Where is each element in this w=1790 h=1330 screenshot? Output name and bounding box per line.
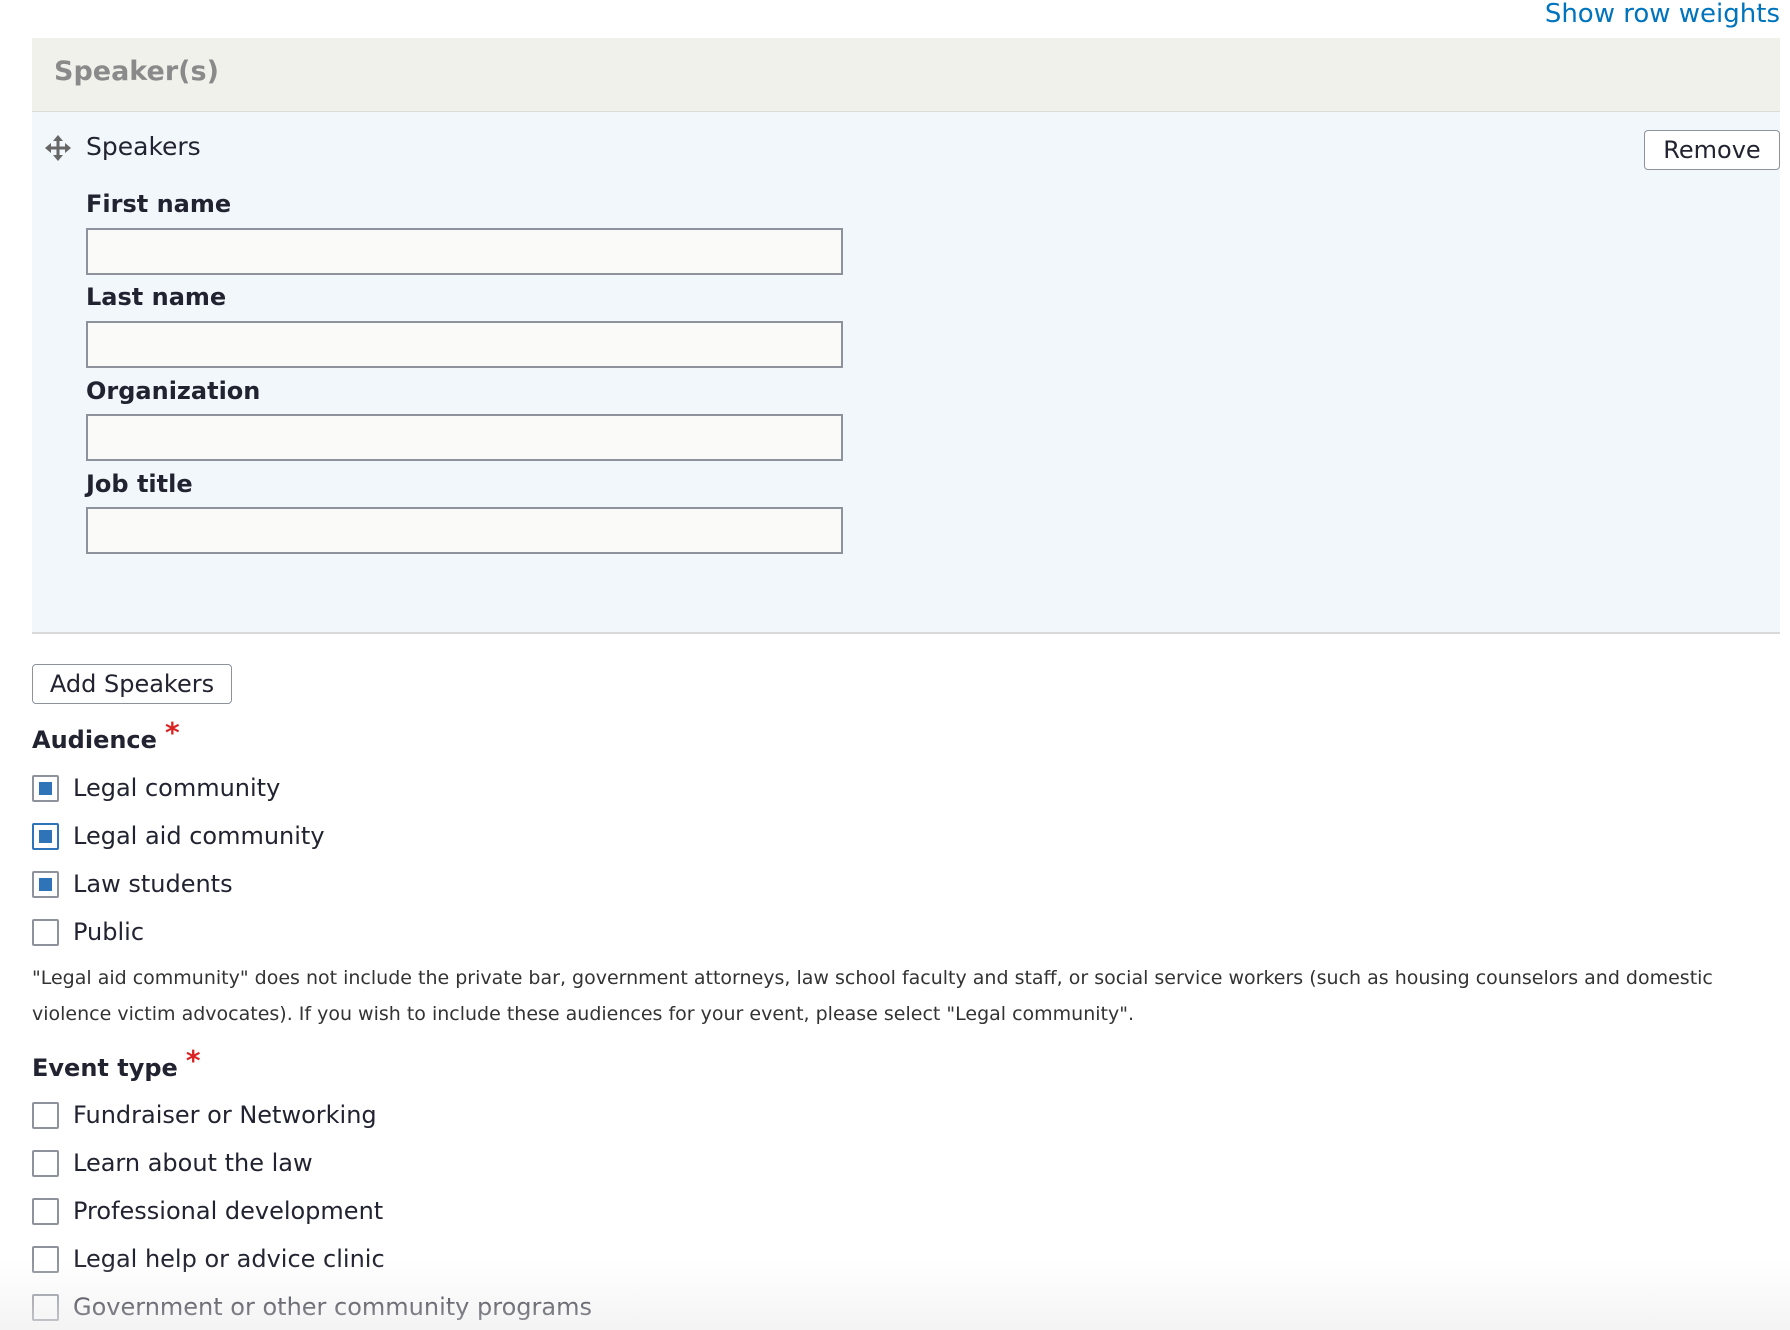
government-programs-checkbox[interactable] xyxy=(32,1293,59,1321)
checkbox-label: Legal aid community xyxy=(73,822,325,850)
audience-label-text: Audience xyxy=(32,726,157,754)
event-option-professional-development[interactable]: Professional development xyxy=(32,1195,383,1227)
public-checkbox[interactable] xyxy=(32,918,59,946)
event-option-legal-help[interactable]: Legal help or advice clinic xyxy=(32,1243,385,1275)
audience-option-public[interactable]: Public xyxy=(32,916,144,948)
professional-development-checkbox[interactable] xyxy=(32,1197,59,1225)
event-option-fundraiser[interactable]: Fundraiser or Networking xyxy=(32,1099,377,1131)
audience-option-law-students[interactable]: Law students xyxy=(32,868,233,900)
legal-community-checkbox[interactable] xyxy=(32,774,59,802)
audience-label: Audience * xyxy=(32,716,180,755)
checkbox-label: Legal help or advice clinic xyxy=(73,1245,385,1273)
audience-description: "Legal aid community" does not include t… xyxy=(32,967,1713,1025)
learn-about-law-checkbox[interactable] xyxy=(32,1149,59,1177)
event-type-label-text: Event type xyxy=(32,1054,178,1082)
add-speakers-button[interactable]: Add Speakers xyxy=(32,664,232,704)
audience-option-legal-aid-community[interactable]: Legal aid community xyxy=(32,820,325,852)
checkbox-label: Public xyxy=(73,918,145,946)
job-title-field[interactable] xyxy=(86,507,843,554)
checkbox-label: Fundraiser or Networking xyxy=(73,1101,377,1129)
event-type-label: Event type * xyxy=(32,1044,200,1083)
organization-field[interactable] xyxy=(86,414,843,461)
last-name-field[interactable] xyxy=(86,321,843,368)
checkbox-label: Legal community xyxy=(73,774,281,802)
show-row-weights-link[interactable]: Show row weights xyxy=(1545,0,1780,30)
legal-aid-community-checkbox[interactable] xyxy=(32,822,59,850)
drag-handle-icon[interactable] xyxy=(44,134,72,162)
first-name-field[interactable] xyxy=(86,228,843,275)
legal-help-checkbox[interactable] xyxy=(32,1245,59,1273)
law-students-checkbox[interactable] xyxy=(32,870,59,898)
speaker-row: Speakers Remove First name Last name Org… xyxy=(32,112,1780,634)
job-title-label: Job title xyxy=(86,470,193,498)
first-name-label: First name xyxy=(86,190,232,218)
checkbox-label: Learn about the law xyxy=(73,1149,313,1177)
checkbox-label: Professional development xyxy=(73,1197,384,1225)
required-marker: * xyxy=(185,1044,201,1077)
event-option-government[interactable]: Government or other community programs xyxy=(32,1291,592,1323)
row-title: Speakers xyxy=(86,132,201,161)
table-header: Speaker(s) xyxy=(32,38,1780,112)
required-marker: * xyxy=(164,716,180,749)
checkbox-label: Law students xyxy=(73,870,233,898)
table-header-label: Speaker(s) xyxy=(54,56,219,87)
remove-button[interactable]: Remove xyxy=(1644,130,1780,170)
fundraiser-checkbox[interactable] xyxy=(32,1101,59,1129)
checkbox-label: Government or other community programs xyxy=(73,1293,592,1321)
audience-option-legal-community[interactable]: Legal community xyxy=(32,772,280,804)
last-name-label: Last name xyxy=(86,283,227,311)
event-option-learn-law[interactable]: Learn about the law xyxy=(32,1147,313,1179)
organization-label: Organization xyxy=(86,377,261,405)
